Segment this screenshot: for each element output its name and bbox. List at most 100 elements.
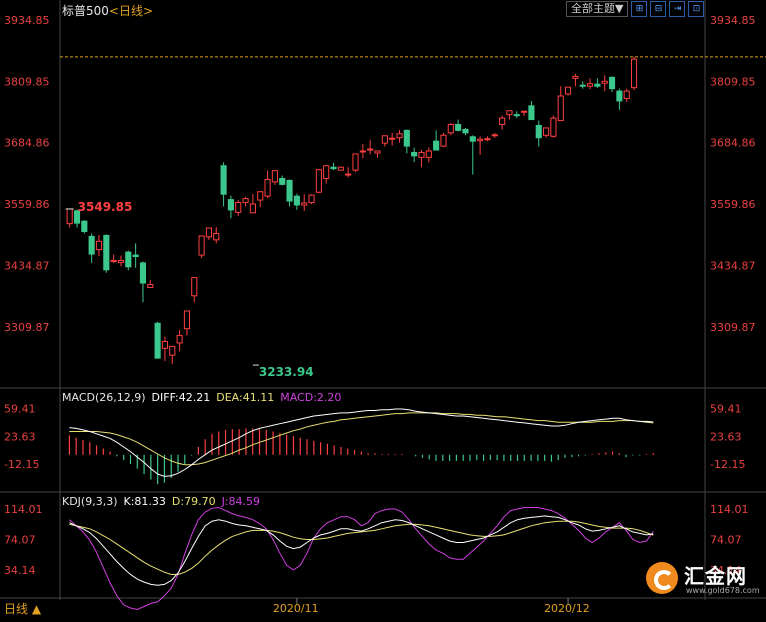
candle-body (455, 123, 462, 131)
macd-tick-left: 23.63 (4, 430, 36, 443)
macd-label: MACD(26,12,9) (62, 391, 146, 404)
candle-body (594, 83, 601, 87)
candle-body (586, 83, 594, 87)
candle-body (447, 123, 454, 134)
candle-body (147, 284, 154, 288)
candle-body (396, 133, 403, 139)
candle-body (608, 76, 616, 90)
candle-body (616, 90, 623, 102)
kdj-tick-right: 114.01 (710, 503, 749, 516)
time-tick-label: 2020/12 (544, 602, 590, 615)
price-tick-left: 3434.87 (4, 259, 50, 272)
period-tab[interactable]: 日线 ▲ (4, 600, 41, 617)
macd-tick-right: 59.41 (710, 403, 742, 416)
candle-body (550, 117, 557, 137)
candle-body (271, 170, 278, 183)
kdj-legend: KDJ(9,3,3) K:81.33 D:79.70 J:84.59 (62, 495, 266, 508)
candle-body (242, 198, 249, 204)
candle-body (191, 277, 198, 297)
candle-body (506, 110, 513, 116)
candle-body (491, 134, 498, 137)
price-tick-left: 3809.85 (4, 75, 50, 88)
chart-title: 标普500<日线> (62, 2, 153, 19)
candle-body (169, 345, 176, 356)
candle-body (139, 262, 147, 284)
candle-body (257, 191, 264, 201)
candle-body (381, 135, 388, 144)
logo-icon (646, 562, 678, 594)
macd-tick-right: 23.63 (710, 430, 742, 443)
price-tick-right: 3684.86 (710, 137, 756, 150)
candle-body (205, 227, 212, 238)
candle-body (220, 165, 227, 195)
candle-body (367, 148, 374, 151)
time-tick-label: 2020/11 (273, 602, 319, 615)
candle-body (249, 203, 256, 214)
price-tick-right: 3934.85 (710, 14, 756, 27)
theme-select[interactable]: 全部主题▼ (566, 1, 629, 17)
price-tick-right: 3809.85 (710, 75, 756, 88)
candle-body (433, 140, 440, 151)
candle-body (418, 151, 425, 158)
candle-body (572, 75, 579, 79)
candle-body (125, 251, 132, 268)
fullscreen-icon[interactable]: ⊡ (688, 1, 705, 17)
price-tick-left: 3934.85 (4, 14, 50, 27)
logo-url: www.gold678.com (686, 586, 760, 595)
candle-body (359, 150, 366, 153)
watermark-logo: 汇金网 www.gold678.com (640, 556, 760, 600)
candle-body (484, 138, 491, 141)
candle-body (279, 177, 286, 185)
period-label[interactable]: <日线> (109, 4, 153, 18)
candle-body (213, 232, 220, 241)
candle-body (81, 220, 88, 232)
candle-body (301, 202, 308, 206)
candle-body (469, 136, 476, 142)
candle-body (117, 259, 125, 263)
candle-body (557, 95, 564, 122)
kdj-label: KDJ(9,3,3) (62, 495, 118, 508)
candle-body (183, 310, 191, 330)
kdj-tick-left: 114.01 (4, 503, 43, 516)
kdj-j-readout: J:84.59 (221, 495, 261, 508)
candle-body (513, 114, 520, 117)
candle-body (176, 335, 183, 344)
macd-tick-right: -12.15 (710, 458, 745, 471)
candle-body (323, 165, 330, 179)
candle-body (103, 234, 110, 271)
candle-body (132, 254, 139, 258)
macd-diff-line (69, 408, 654, 477)
candle-body (535, 124, 542, 139)
kdj-tick-left: 34.14 (4, 564, 36, 577)
candle-body (499, 117, 506, 125)
price-tick-left: 3684.86 (4, 137, 50, 150)
candle-body (630, 58, 638, 89)
candle-body (286, 179, 293, 202)
candle-body (235, 202, 242, 213)
kdj-tick-left: 74.07 (4, 533, 36, 546)
kdj-tick-right: 74.07 (710, 533, 742, 546)
logo-name: 汇金网 (684, 564, 747, 588)
candle-body (403, 129, 410, 147)
kdj-k-readout: K:81.33 (123, 495, 166, 508)
price-tick-left: 3309.87 (4, 321, 50, 334)
price-tick-right: 3309.87 (710, 321, 756, 334)
candle-body (66, 208, 73, 225)
price-tick-right: 3434.87 (710, 259, 756, 272)
kdj-d-line (69, 520, 654, 575)
zoom-in-icon[interactable]: ⊞ (631, 1, 648, 17)
candle-body (110, 259, 117, 262)
zoom-out-icon[interactable]: ⊟ (650, 1, 667, 17)
candle-body (154, 322, 161, 359)
kdj-d-readout: D:79.70 (171, 495, 216, 508)
candle-body (543, 127, 550, 136)
chart-canvas: 3934.85 3934.85 3809.85 3809.85 3684.86 3684.… (0, 0, 766, 615)
candle-body (345, 173, 352, 176)
candle-body (425, 150, 432, 158)
scroll-right-icon[interactable]: ⇥ (669, 1, 686, 17)
candle-body (389, 137, 396, 140)
candle-body (601, 80, 608, 84)
candle-body (308, 194, 315, 204)
candle-body (293, 195, 300, 206)
symbol-name: 标普500 (62, 4, 109, 18)
